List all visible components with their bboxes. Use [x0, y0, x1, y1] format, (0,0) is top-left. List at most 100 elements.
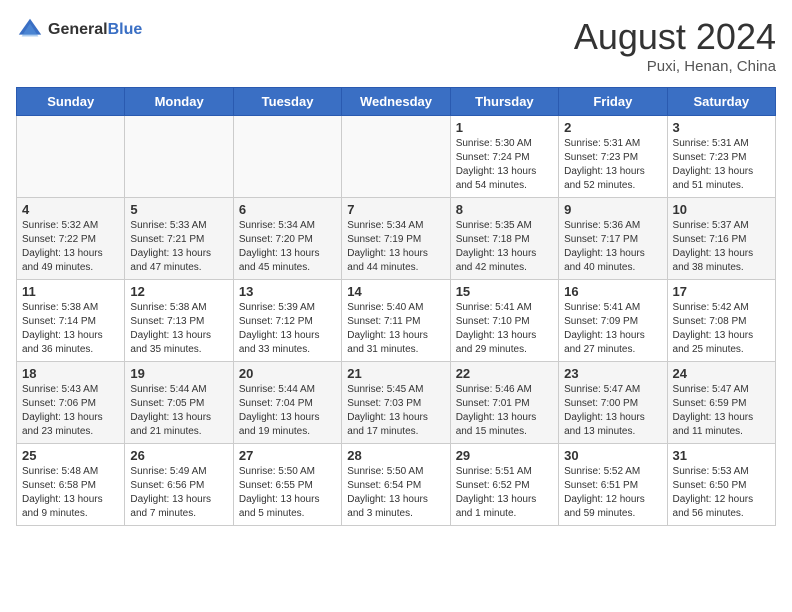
page-header: GeneralBlue August 2024 Puxi, Henan, Chi…	[16, 16, 776, 75]
day-info: Sunrise: 5:30 AM Sunset: 7:24 PM Dayligh…	[456, 137, 553, 193]
calendar-cell: 9Sunrise: 5:36 AM Sunset: 7:17 PM Daylig…	[559, 198, 667, 280]
day-number: 11	[22, 284, 119, 299]
day-header-sunday: Sunday	[17, 88, 125, 116]
day-header-saturday: Saturday	[667, 88, 775, 116]
day-info: Sunrise: 5:33 AM Sunset: 7:21 PM Dayligh…	[130, 219, 227, 275]
calendar-cell: 31 Sunrise: 5:53 AM Sunset: 6:50 PM Dayli…	[667, 444, 775, 526]
calendar-cell: 27Sunrise: 5:50 AM Sunset: 6:55 PM Dayli…	[233, 444, 341, 526]
day-number: 3	[673, 120, 770, 135]
calendar-cell: 2 Sunrise: 5:31 AM Sunset: 7:23 PM Daylig…	[559, 116, 667, 198]
week-row-2: 4 Sunrise: 5:32 AM Sunset: 7:22 PM Daylig…	[17, 198, 776, 280]
day-number: 26	[130, 448, 227, 463]
day-info: Sunrise: 5:38 AM Sunset: 7:13 PM Dayligh…	[130, 301, 227, 357]
day-header-friday: Friday	[559, 88, 667, 116]
day-number: 9	[564, 202, 661, 217]
day-info: Sunrise: 5:48 AM Sunset: 6:58 PM Dayligh…	[22, 465, 119, 521]
logo-blue: Blue	[108, 21, 143, 38]
logo-general: General	[48, 21, 108, 38]
day-number: 27	[239, 448, 336, 463]
day-number: 18	[22, 366, 119, 381]
calendar-cell: 29 Sunrise: 5:51 AM Sunset: 6:52 PM Dayli…	[450, 444, 558, 526]
day-info: Sunrise: 5:39 AM Sunset: 7:12 PM Dayligh…	[239, 301, 336, 357]
day-info: Sunrise: 5:52 AM Sunset: 6:51 PM Dayligh…	[564, 465, 661, 521]
calendar-cell: 10 Sunrise: 5:37 AM Sunset: 7:16 PM Dayli…	[667, 198, 775, 280]
calendar-cell: 20 Sunrise: 5:44 AM Sunset: 7:04 PM Dayli…	[233, 362, 341, 444]
day-number: 14	[347, 284, 444, 299]
day-number: 1	[456, 120, 553, 135]
calendar-cell: 12 Sunrise: 5:38 AM Sunset: 7:13 PM Dayli…	[125, 280, 233, 362]
calendar-cell: 5 Sunrise: 5:33 AM Sunset: 7:21 PM Daylig…	[125, 198, 233, 280]
day-info: Sunrise: 5:42 AM Sunset: 7:08 PM Dayligh…	[673, 301, 770, 357]
day-header-wednesday: Wednesday	[342, 88, 450, 116]
day-info: Sunrise: 5:47 AM Sunset: 7:00 PM Dayligh…	[564, 383, 661, 439]
day-info: Sunrise: 5:34 AM Sunset: 7:20 PM Dayligh…	[239, 219, 336, 275]
week-row-3: 11 Sunrise: 5:38 AM Sunset: 7:14 PM Dayli…	[17, 280, 776, 362]
day-info: Sunrise: 5:37 AM Sunset: 7:16 PM Dayligh…	[673, 219, 770, 275]
day-number: 8	[456, 202, 553, 217]
calendar-table: SundayMondayTuesdayWednesdayThursdayFrid…	[16, 87, 776, 526]
day-number: 20	[239, 366, 336, 381]
day-number: 19	[130, 366, 227, 381]
week-row-5: 25Sunrise: 5:48 AM Sunset: 6:58 PM Dayli…	[17, 444, 776, 526]
day-info: Sunrise: 5:50 AM Sunset: 6:54 PM Dayligh…	[347, 465, 444, 521]
day-number: 28	[347, 448, 444, 463]
day-number: 31	[673, 448, 770, 463]
day-number: 16	[564, 284, 661, 299]
day-info: Sunrise: 5:43 AM Sunset: 7:06 PM Dayligh…	[22, 383, 119, 439]
calendar-cell	[233, 116, 341, 198]
day-number: 30	[564, 448, 661, 463]
day-info: Sunrise: 5:31 AM Sunset: 7:23 PM Dayligh…	[673, 137, 770, 193]
calendar-cell: 26 Sunrise: 5:49 AM Sunset: 6:56 PM Dayli…	[125, 444, 233, 526]
day-info: Sunrise: 5:51 AM Sunset: 6:52 PM Dayligh…	[456, 465, 553, 521]
logo: GeneralBlue	[16, 16, 142, 44]
title-block: August 2024 Puxi, Henan, China	[574, 16, 776, 75]
calendar-cell: 3 Sunrise: 5:31 AM Sunset: 7:23 PM Daylig…	[667, 116, 775, 198]
day-number: 7	[347, 202, 444, 217]
day-info: Sunrise: 5:31 AM Sunset: 7:23 PM Dayligh…	[564, 137, 661, 193]
day-info: Sunrise: 5:34 AM Sunset: 7:19 PM Dayligh…	[347, 219, 444, 275]
calendar-cell: 13Sunrise: 5:39 AM Sunset: 7:12 PM Dayli…	[233, 280, 341, 362]
day-info: Sunrise: 5:53 AM Sunset: 6:50 PM Dayligh…	[673, 465, 770, 521]
day-number: 29	[456, 448, 553, 463]
day-info: Sunrise: 5:46 AM Sunset: 7:01 PM Dayligh…	[456, 383, 553, 439]
day-number: 10	[673, 202, 770, 217]
day-number: 4	[22, 202, 119, 217]
day-info: Sunrise: 5:32 AM Sunset: 7:22 PM Dayligh…	[22, 219, 119, 275]
calendar-cell: 18 Sunrise: 5:43 AM Sunset: 7:06 PM Dayli…	[17, 362, 125, 444]
calendar-cell: 16 Sunrise: 5:41 AM Sunset: 7:09 PM Dayli…	[559, 280, 667, 362]
week-row-4: 18 Sunrise: 5:43 AM Sunset: 7:06 PM Dayli…	[17, 362, 776, 444]
day-number: 6	[239, 202, 336, 217]
calendar-cell	[125, 116, 233, 198]
calendar-cell	[342, 116, 450, 198]
day-number: 5	[130, 202, 227, 217]
calendar-cell: 19 Sunrise: 5:44 AM Sunset: 7:05 PM Dayli…	[125, 362, 233, 444]
day-info: Sunrise: 5:40 AM Sunset: 7:11 PM Dayligh…	[347, 301, 444, 357]
calendar-cell: 1 Sunrise: 5:30 AM Sunset: 7:24 PM Daylig…	[450, 116, 558, 198]
week-row-1: 1 Sunrise: 5:30 AM Sunset: 7:24 PM Daylig…	[17, 116, 776, 198]
calendar-cell: 11 Sunrise: 5:38 AM Sunset: 7:14 PM Dayli…	[17, 280, 125, 362]
day-info: Sunrise: 5:41 AM Sunset: 7:09 PM Dayligh…	[564, 301, 661, 357]
month-year: August 2024	[574, 16, 776, 58]
calendar-cell: 24Sunrise: 5:47 AM Sunset: 6:59 PM Dayli…	[667, 362, 775, 444]
logo-icon	[16, 16, 44, 44]
calendar-cell: 6 Sunrise: 5:34 AM Sunset: 7:20 PM Daylig…	[233, 198, 341, 280]
calendar-cell: 30 Sunrise: 5:52 AM Sunset: 6:51 PM Dayli…	[559, 444, 667, 526]
day-header-tuesday: Tuesday	[233, 88, 341, 116]
day-info: Sunrise: 5:38 AM Sunset: 7:14 PM Dayligh…	[22, 301, 119, 357]
calendar-cell: 28 Sunrise: 5:50 AM Sunset: 6:54 PM Dayli…	[342, 444, 450, 526]
calendar-cell: 4 Sunrise: 5:32 AM Sunset: 7:22 PM Daylig…	[17, 198, 125, 280]
day-header-thursday: Thursday	[450, 88, 558, 116]
day-info: Sunrise: 5:47 AM Sunset: 6:59 PM Dayligh…	[673, 383, 770, 439]
calendar-cell: 22Sunrise: 5:46 AM Sunset: 7:01 PM Dayli…	[450, 362, 558, 444]
calendar-cell: 15Sunrise: 5:41 AM Sunset: 7:10 PM Dayli…	[450, 280, 558, 362]
day-number: 2	[564, 120, 661, 135]
calendar-cell	[17, 116, 125, 198]
day-info: Sunrise: 5:44 AM Sunset: 7:05 PM Dayligh…	[130, 383, 227, 439]
header-row: SundayMondayTuesdayWednesdayThursdayFrid…	[17, 88, 776, 116]
calendar-cell: 8Sunrise: 5:35 AM Sunset: 7:18 PM Daylig…	[450, 198, 558, 280]
day-info: Sunrise: 5:49 AM Sunset: 6:56 PM Dayligh…	[130, 465, 227, 521]
day-number: 12	[130, 284, 227, 299]
calendar-cell: 23Sunrise: 5:47 AM Sunset: 7:00 PM Dayli…	[559, 362, 667, 444]
day-info: Sunrise: 5:44 AM Sunset: 7:04 PM Dayligh…	[239, 383, 336, 439]
calendar-cell: 21Sunrise: 5:45 AM Sunset: 7:03 PM Dayli…	[342, 362, 450, 444]
